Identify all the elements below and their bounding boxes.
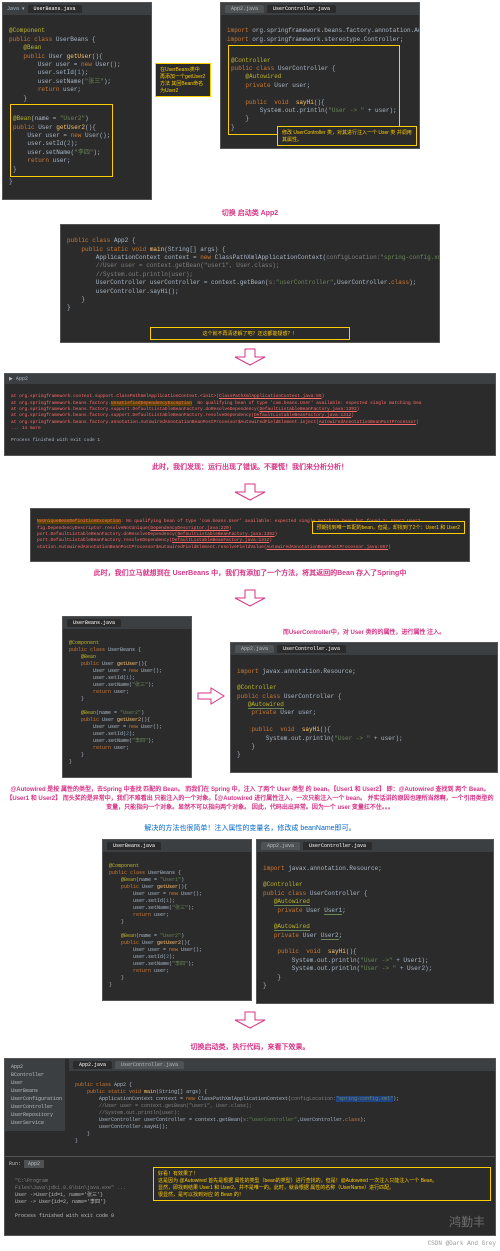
ide-panel-userbeans: Java ▾ UserBeans.java @Component public …: [2, 2, 152, 200]
code-editor[interactable]: @Component public class UserBeans { @Bea…: [103, 852, 251, 1000]
flow-arrow-right: [196, 686, 226, 708]
file-tab[interactable]: App2.java: [73, 1061, 112, 1069]
caption: 此时，我们发现：运行出现了错误。不要慌！我们来分析分析！: [0, 456, 500, 478]
code-editor[interactable]: @Component public class UserBeans { @Bea…: [3, 15, 151, 199]
flow-arrow-down: [0, 343, 500, 373]
annotation-note: 修改 UserController 类，对其进行注入一个 User 类 并调用其…: [277, 126, 417, 146]
annotation-note: 在UserBeans类中 再添加一个getUser2方法 其回Bean命名为Us…: [155, 63, 211, 97]
error-detail: NoUniqueBeanDefinitionException: No qual…: [30, 508, 470, 562]
sidebar-item[interactable]: User: [9, 1079, 61, 1087]
code-editor[interactable]: public class App2 { public static void m…: [69, 1071, 495, 1156]
project-explorer[interactable]: App2 BController User UserBeans UserConf…: [5, 1059, 65, 1131]
sidebar-item[interactable]: UserConfiguration: [9, 1095, 61, 1103]
code-editor[interactable]: public class App2 { public static void m…: [61, 225, 439, 325]
file-tab[interactable]: UserController.java: [267, 5, 336, 13]
ide-header: Java ▾ UserBeans.java: [3, 3, 151, 15]
annotation-note: 预期找到唯一匹配的bean，但是，却找到了2个：User1 和 User2: [312, 521, 465, 534]
file-tab[interactable]: UserController.java: [303, 842, 372, 850]
code-editor[interactable]: import javax.annotation.Resource; @Contr…: [257, 852, 493, 1003]
annotation-note: 好看！有效果了！ 这是因为 @Autowired 首先是根据 属性的类型（bea…: [153, 1167, 491, 1201]
file-tab[interactable]: UserBeans.java: [107, 842, 161, 850]
file-tab[interactable]: UserBeans.java: [67, 619, 121, 627]
caption: 切换启动类，执行代码，来看下效果。: [0, 1036, 500, 1058]
ide-header: App2.java UserController.java: [231, 643, 497, 655]
highlighted-code: @Controller public class UserController …: [228, 45, 400, 135]
flow-arrow-down: [0, 478, 500, 508]
error-output[interactable]: at org.springframework.context.support.C…: [5, 384, 495, 455]
file-tab[interactable]: App2.java: [261, 842, 300, 850]
sidebar-item[interactable]: UserService: [9, 1119, 61, 1127]
ide-header: App2.java UserController.java: [257, 840, 493, 852]
caption: 切换 启动类 App2: [0, 202, 500, 224]
ide-panel-controller: App2.java UserController.java import org…: [220, 2, 420, 149]
sidebar-item[interactable]: UserController: [9, 1103, 61, 1111]
sidebar-item[interactable]: UserBeans: [9, 1087, 61, 1095]
ide-panel-userbeans: UserBeans.java @Component public class U…: [102, 839, 252, 1001]
flow-arrow-down: [0, 1006, 500, 1036]
file-tab[interactable]: App2.java: [225, 5, 264, 13]
file-tab[interactable]: App2.java: [235, 645, 274, 653]
ide-header: App2.java UserController.java: [69, 1059, 495, 1071]
run-icon[interactable]: ▶: [9, 376, 13, 382]
sidebar-item[interactable]: App2: [9, 1063, 61, 1071]
ide-panel-controller: App2.java UserController.java import jav…: [230, 642, 498, 773]
file-tab[interactable]: UserController.java: [115, 1061, 184, 1069]
error-console: ▶ App2 at org.springframework.context.su…: [4, 373, 496, 456]
caption: 而UserController中，对 User 类的的属性，进行属性 注入。: [230, 621, 498, 642]
console-header: ▶ App2: [5, 374, 495, 384]
console-output[interactable]: "C:\Program Files\Java\jdk1.8.0\bin\java…: [9, 1167, 149, 1231]
file-tab[interactable]: UserBeans.java: [28, 5, 82, 13]
sidebar-item[interactable]: UserRepository: [9, 1111, 61, 1119]
flow-arrow-down: [0, 584, 500, 614]
caption: 此时，我们立马就想到在 UserBeans 中，我们有添加了一个方法，将其返回的…: [0, 562, 500, 584]
ide-full-window: App2 BController User UserBeans UserConf…: [4, 1058, 496, 1236]
console-tab[interactable]: App2: [16, 376, 28, 382]
ide-panel-controller: App2.java UserController.java import jav…: [256, 839, 494, 1004]
footer-credit: CSDN @Dark And Grey: [0, 1236, 500, 1251]
ide-panel-userbeans: UserBeans.java @Component public class U…: [62, 616, 192, 778]
annotation-note: 这个就不再清述解了吧？还这都能疑惑？！: [150, 327, 350, 340]
file-tab[interactable]: UserController.java: [277, 645, 346, 653]
watermark: 鸿勤丰: [449, 1213, 485, 1230]
dropdown-icon[interactable]: Java ▾: [7, 6, 25, 12]
code-editor[interactable]: import javax.annotation.Resource; @Contr…: [231, 655, 497, 772]
caption: 解决的方法也很简单！注入属性的变量名，修改成 beanName即可。: [0, 819, 500, 837]
ide-panel-app2: public class App2 { public static void m…: [60, 224, 440, 343]
ide-header: App2.java UserController.java: [221, 3, 419, 15]
code-editor[interactable]: @Component public class UserBeans { @Bea…: [63, 629, 191, 777]
run-console[interactable]: Run: App2 "C:\Program Files\Java\jdk1.8.…: [5, 1156, 495, 1235]
ide-header: UserBeans.java: [63, 617, 191, 629]
caption: @Autowired 是按 属性的类型，去Spring 中查找 匹配的 Bean…: [0, 780, 500, 819]
sidebar-item[interactable]: BController: [9, 1071, 61, 1079]
error-trace[interactable]: NoUniqueBeanDefinitionException: No qual…: [31, 509, 469, 561]
highlighted-code: @Bean(name = "User2") public User getUse…: [10, 104, 113, 177]
ide-header: UserBeans.java: [103, 840, 251, 852]
